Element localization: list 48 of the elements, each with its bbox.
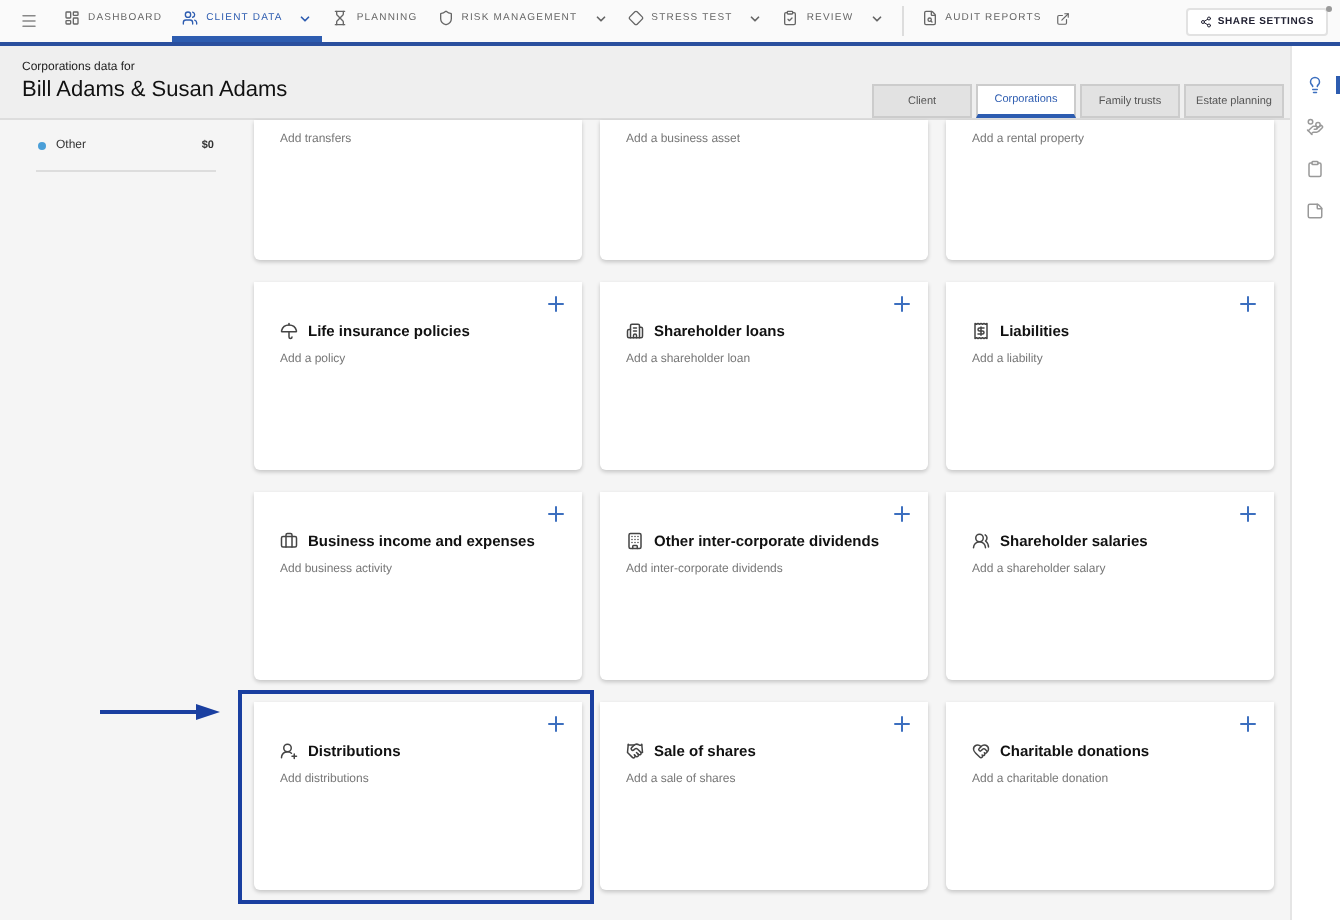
building-icon — [626, 532, 644, 550]
plus-icon — [890, 502, 914, 526]
add-button[interactable] — [1236, 502, 1260, 526]
people-icon — [182, 10, 199, 26]
add-button[interactable] — [544, 502, 568, 526]
add-button[interactable] — [1236, 712, 1260, 736]
add-button[interactable] — [890, 502, 914, 526]
plus-icon — [890, 712, 914, 736]
people-icon — [972, 532, 990, 550]
client-name: Bill Adams & Susan Adams — [22, 78, 288, 102]
caret-icon — [593, 11, 608, 25]
plus-icon — [1236, 712, 1260, 736]
add-button[interactable] — [1236, 292, 1260, 316]
dashboard-icon — [64, 10, 80, 26]
plus-icon — [1236, 502, 1260, 526]
hourglass-icon — [332, 10, 349, 26]
plus-icon — [544, 292, 568, 316]
receipt-icon — [972, 322, 990, 340]
lightbulb-icon — [1305, 76, 1323, 94]
pointer-arrow — [100, 704, 220, 720]
umbrella-icon — [280, 322, 298, 340]
plus-icon — [544, 712, 568, 736]
briefcase-icon — [280, 532, 298, 550]
note-icon — [1305, 202, 1323, 220]
person-icon — [280, 742, 298, 760]
plus-icon — [1236, 292, 1260, 316]
add-button[interactable] — [890, 712, 914, 736]
status-dot — [1326, 5, 1332, 11]
clipboard-icon — [1305, 160, 1323, 178]
shield-icon — [437, 10, 454, 26]
heart-hands-icon — [972, 742, 990, 760]
diamond-icon — [627, 10, 644, 26]
add-button[interactable] — [544, 292, 568, 316]
caret-icon — [748, 11, 763, 25]
caret-icon — [298, 11, 313, 25]
handshake-icon — [626, 742, 644, 760]
hand-coin-icon — [1305, 118, 1323, 136]
add-button[interactable] — [544, 712, 568, 736]
checklist-icon — [782, 10, 799, 26]
building-icon — [626, 322, 644, 340]
plus-icon — [544, 502, 568, 526]
caret-icon — [869, 11, 884, 25]
add-button[interactable] — [890, 292, 914, 316]
plus-icon — [890, 292, 914, 316]
menu-icon[interactable] — [20, 12, 38, 30]
file-search-icon — [921, 10, 938, 26]
share-icon — [1199, 15, 1212, 27]
external-link-icon — [1055, 11, 1070, 25]
